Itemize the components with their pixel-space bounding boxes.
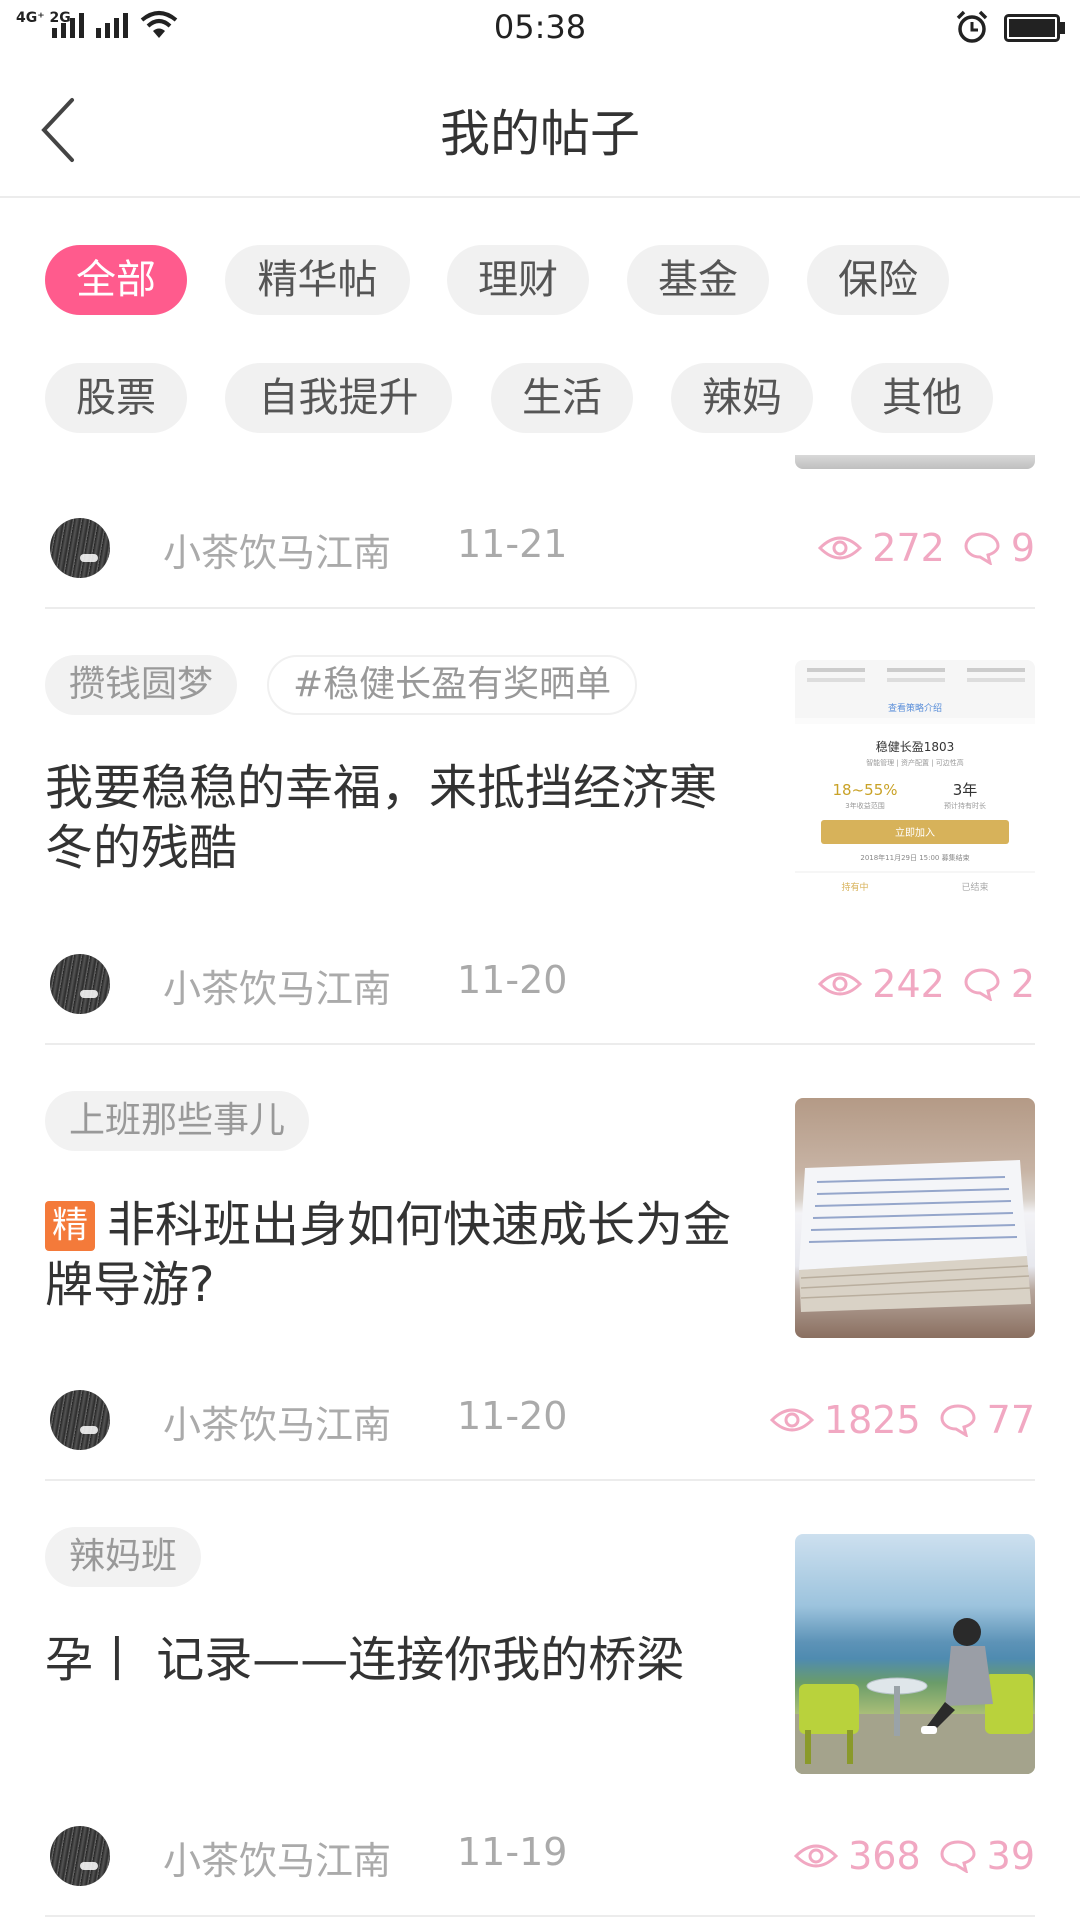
- filter-chip-other[interactable]: 其他: [851, 363, 993, 433]
- fund-name: 稳健长盈1803: [876, 739, 955, 754]
- post-meta: 小茶饮马江南 11-21 272 9: [45, 516, 1035, 580]
- filter-chip-insurance[interactable]: 保险: [807, 245, 949, 315]
- view-count: 272: [872, 526, 945, 570]
- eye-icon: [769, 1408, 814, 1432]
- post-thumbnail[interactable]: [795, 1534, 1035, 1774]
- author-name: 小茶饮马江南: [163, 531, 392, 575]
- post-stats: 368 39: [794, 1830, 1035, 1882]
- fund-rate-label: 3年收益范围: [845, 801, 884, 810]
- post-date: 11-19: [457, 1830, 568, 1874]
- status-bar: 4G⁺ 2G 05:38: [0, 0, 1080, 56]
- view-count: 242: [872, 962, 945, 1006]
- topic-tag[interactable]: #稳健长盈有奖晒单: [267, 655, 638, 715]
- filter-chip-self-improvement[interactable]: 自我提升: [225, 363, 452, 433]
- post-tag[interactable]: 上班那些事儿: [45, 1091, 310, 1151]
- comment-count: 77: [986, 1398, 1035, 1442]
- avatar[interactable]: [50, 1390, 110, 1450]
- post-tag[interactable]: 攒钱圆梦: [45, 655, 238, 715]
- post-title[interactable]: 精非科班出身如何快速成长为金牌导游?: [45, 1195, 745, 1315]
- seaside-photo: [795, 1618, 1035, 1774]
- filter-chip-all[interactable]: 全部: [45, 245, 187, 315]
- avatar[interactable]: [50, 518, 110, 578]
- fund-features: 智能管理 | 资产配置 | 可边性高: [866, 758, 964, 767]
- avatar[interactable]: [50, 954, 110, 1014]
- notebook-photo: [799, 1160, 1031, 1312]
- header: 我的帖子: [0, 56, 1080, 198]
- page-title: 我的帖子: [440, 105, 640, 163]
- comment-icon: [964, 532, 1000, 565]
- post-meta: 小茶饮马江南 11-20 242 2: [45, 952, 1035, 1016]
- post-meta: 小茶饮马江南 11-19 368 39: [45, 1824, 1035, 1888]
- view-count: 1825: [823, 1398, 921, 1442]
- author-name: 小茶饮马江南: [163, 967, 392, 1011]
- post-stats: 272 9: [818, 522, 1035, 574]
- filter-chip-life[interactable]: 生活: [491, 363, 633, 433]
- fund-term-label: 预计持有时长: [944, 801, 986, 810]
- fund-tab-holding: 持有中: [841, 881, 868, 893]
- post-date: 11-20: [457, 958, 568, 1002]
- comment-count: 2: [1010, 962, 1035, 1006]
- post-stats: 1825 77: [769, 1394, 1035, 1446]
- battery-icon: [1004, 14, 1065, 42]
- post-tag[interactable]: 辣妈班: [45, 1527, 202, 1587]
- post-date: 11-21: [457, 522, 568, 566]
- comment-icon: [964, 968, 1000, 1001]
- fund-tab-ended: 已结束: [961, 881, 988, 893]
- fund-rate: 18~55%: [833, 781, 898, 799]
- fund-term: 3年: [953, 781, 978, 799]
- comment-count: 9: [1010, 526, 1035, 570]
- filter-chip-funds[interactable]: 基金: [627, 245, 769, 315]
- post-meta: 小茶饮马江南 11-20 1825 77: [45, 1388, 1035, 1452]
- filter-chip-hot-mom[interactable]: 辣妈: [671, 363, 813, 433]
- avatar[interactable]: [50, 1826, 110, 1886]
- clock: 05:38: [493, 8, 587, 46]
- post-stats: 242 2: [818, 958, 1035, 1010]
- divider: [45, 1479, 1035, 1481]
- author-name: 小茶饮马江南: [163, 1403, 392, 1447]
- comment-icon: [940, 1840, 976, 1873]
- author-name: 小茶饮马江南: [163, 1839, 392, 1883]
- divider: [45, 1915, 1035, 1917]
- eye-icon: [818, 972, 863, 996]
- post-thumbnail-partial[interactable]: [795, 455, 1035, 469]
- filter-chip-stocks[interactable]: 股票: [45, 363, 187, 433]
- post-title-text: 非科班出身如何快速成长为金牌导游?: [45, 1197, 732, 1313]
- filter-chip-finance[interactable]: 理财: [447, 245, 589, 315]
- post-thumbnail[interactable]: 查看策略介绍 稳健长盈1803 智能管理 | 资产配置 | 可边性高 18~55…: [795, 660, 1035, 900]
- view-count: 368: [848, 1834, 921, 1878]
- comment-icon: [940, 1404, 976, 1437]
- featured-badge: 精: [45, 1201, 95, 1251]
- fund-deadline: 2018年11月29日 15:00 募集结束: [860, 853, 969, 862]
- eye-icon: [794, 1844, 839, 1868]
- divider: [45, 1043, 1035, 1045]
- eye-icon: [818, 536, 863, 560]
- filter-chip-featured[interactable]: 精华帖: [225, 245, 410, 315]
- comment-count: 39: [986, 1834, 1035, 1878]
- post-title[interactable]: 孕丨 记录——连接你我的桥梁: [45, 1630, 745, 1690]
- divider: [45, 607, 1035, 609]
- fund-more-link: 查看策略介绍: [888, 702, 942, 714]
- post-thumbnail[interactable]: [795, 1098, 1035, 1338]
- fund-card-image: 查看策略介绍 稳健长盈1803 智能管理 | 资产配置 | 可边性高 18~55…: [795, 660, 1035, 900]
- fund-join-button: 立即加入: [895, 826, 935, 839]
- post-title[interactable]: 我要稳稳的幸福，来抵挡经济寒冬的残酷: [45, 758, 745, 878]
- alarm-icon: [956, 10, 988, 43]
- post-date: 11-20: [457, 1394, 568, 1438]
